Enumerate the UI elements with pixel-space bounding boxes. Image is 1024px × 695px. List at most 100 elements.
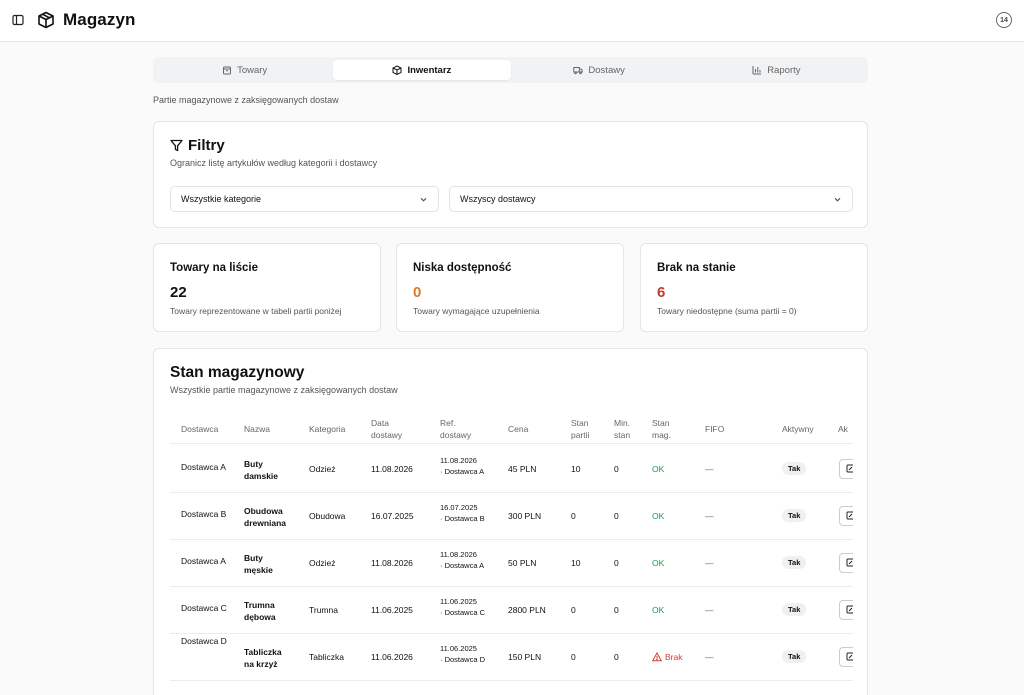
date-cell: 16.07.2025 <box>371 510 414 521</box>
column-header-line2: partii <box>571 430 590 440</box>
edit-button[interactable] <box>839 505 853 526</box>
column-header-line1: Dostawca <box>181 424 219 434</box>
column-header[interactable]: Stan mag. <box>652 417 671 441</box>
category-select[interactable]: Wszystkie kategorie <box>170 186 439 212</box>
price-cell: 50 PLN <box>508 557 537 568</box>
edit-button[interactable] <box>839 646 853 667</box>
column-header[interactable]: Data dostawy <box>371 417 402 441</box>
chevron-down-icon <box>420 197 427 202</box>
active-badge: Tak <box>782 649 807 663</box>
category-cell: Obudowa <box>309 510 346 521</box>
category-cell: Odzież <box>309 463 336 474</box>
edit-icon <box>846 464 853 473</box>
column-header[interactable]: Cena <box>508 423 528 435</box>
ref-cell-line2: · Dostawca A <box>440 560 485 570</box>
stat-value: 0 <box>413 284 422 301</box>
chevron-down-icon <box>834 197 841 202</box>
stock-status-ok: OK <box>652 604 665 615</box>
page-subtitle: Partie magazynowe z zaksięgowanych dosta… <box>153 95 339 105</box>
notification-badge[interactable]: 14 <box>996 12 1012 28</box>
warning-icon <box>652 651 662 661</box>
name-cell-line2: na krzyż <box>244 658 278 669</box>
tab-raporty[interactable]: Raporty <box>688 60 865 80</box>
fifo-cell: — <box>705 557 714 568</box>
tab-label: Towary <box>237 64 268 76</box>
stock-card: Stan magazynowy Wszystkie partie magazyn… <box>153 348 868 695</box>
category-cell: Trumna <box>309 604 338 615</box>
package-logo-icon <box>38 11 54 29</box>
main-tabs: Towary Inwentarz Dostawy Raporty <box>153 57 868 83</box>
column-header-line1: FIFO <box>705 424 725 434</box>
supplier-cell: Dostawca A <box>181 461 226 472</box>
tab-towary[interactable]: Towary <box>156 60 333 80</box>
date-cell: 11.06.2025 <box>371 604 413 615</box>
stat-value: 6 <box>657 284 666 301</box>
edit-icon <box>846 652 853 661</box>
name-cell-line1: Buty <box>244 458 263 469</box>
column-header[interactable]: Aktywny <box>782 423 814 435</box>
supplier-cell: Dostawca A <box>181 555 226 566</box>
tab-dostawy[interactable]: Dostawy <box>511 60 688 80</box>
stat-title: Brak na stanie <box>657 262 736 274</box>
column-header[interactable]: Ak <box>838 423 848 435</box>
stock-status-ok: OK <box>652 510 665 521</box>
supplier-cell: Dostawca C <box>181 602 227 613</box>
column-header-line1: Aktywny <box>782 424 814 434</box>
active-badge: Tak <box>782 508 807 522</box>
batch-stock-cell: 10 <box>571 557 581 568</box>
batch-stock-cell: 0 <box>571 604 576 615</box>
column-header-line1: Min. <box>614 418 631 428</box>
date-cell: 11.08.2026 <box>371 463 413 474</box>
sidebar-toggle-icon[interactable] <box>12 14 24 26</box>
batch-stock-cell: 0 <box>571 510 576 521</box>
active-badge: Tak <box>782 461 807 475</box>
column-header-line1: Ak <box>838 424 848 434</box>
stock-description: Wszystkie partie magazynowe z zaksięgowa… <box>170 385 398 395</box>
name-cell-line1: Obudowa <box>244 505 283 516</box>
min-stock-cell: 0 <box>614 604 619 615</box>
edit-button[interactable] <box>839 458 853 479</box>
edit-icon <box>846 605 853 614</box>
column-header-line1: Stan <box>571 418 589 428</box>
column-header[interactable]: Nazwa <box>244 423 270 435</box>
active-badge: Tak <box>782 602 807 616</box>
ref-cell-line1: 16.07.2025 <box>440 502 478 512</box>
supplier-cell: Dostawca D <box>181 636 227 646</box>
column-header[interactable]: Dostawca <box>181 423 218 435</box>
stock-status-brak: Brak <box>652 651 682 663</box>
tab-inwentarz[interactable]: Inwentarz <box>333 60 511 80</box>
column-header-line1: Kategoria <box>309 424 346 434</box>
row-divider <box>170 633 853 634</box>
column-header-line2: mag. <box>652 430 671 440</box>
edit-button[interactable] <box>839 599 853 620</box>
category-cell: Odzież <box>309 557 336 568</box>
price-cell: 2800 PLN <box>508 604 546 615</box>
min-stock-cell: 0 <box>614 557 619 568</box>
column-header-line2: dostawy <box>371 430 403 440</box>
category-cell: Tabliczka <box>309 651 344 662</box>
fifo-cell: — <box>705 463 714 474</box>
stat-title: Towary na liście <box>170 262 258 274</box>
column-header[interactable]: Kategoria <box>309 423 345 435</box>
min-stock-cell: 0 <box>614 510 619 521</box>
name-cell-line2: męskie <box>244 564 273 575</box>
name-cell-line2: damskie <box>244 470 279 481</box>
column-header-line1: Ref. <box>440 418 456 428</box>
ref-cell-line1: 11.06.2025 <box>440 596 477 606</box>
app-title: Magazyn <box>63 10 136 29</box>
supplier-select[interactable]: Wszyscy dostawcy <box>449 186 853 212</box>
column-header[interactable]: Stan partii <box>571 417 589 441</box>
price-cell: 45 PLN <box>508 463 537 474</box>
stat-description: Towary reprezentowane w tabeli partii po… <box>170 306 342 316</box>
supplier-cell: Dostawca B <box>181 508 227 519</box>
fifo-cell: — <box>705 651 714 662</box>
truck-icon <box>573 67 584 75</box>
supplier-select-value: Wszyscy dostawcy <box>460 194 536 204</box>
column-header-line2: dostawy <box>440 430 472 440</box>
column-header[interactable]: Ref. dostawy <box>440 417 471 441</box>
edit-button[interactable] <box>839 552 853 573</box>
column-header[interactable]: Min. stan <box>614 417 630 441</box>
column-header[interactable]: FIFO <box>705 423 724 435</box>
edit-icon <box>846 558 853 567</box>
name-cell-line2: dębowa <box>244 611 276 622</box>
